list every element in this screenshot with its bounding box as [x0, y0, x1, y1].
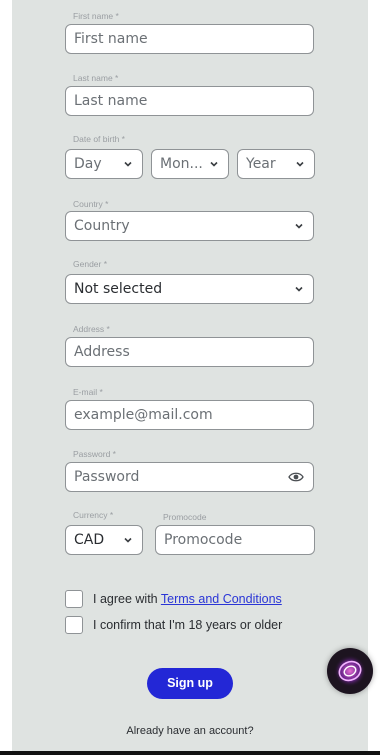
- dob-year-select[interactable]: Year: [237, 149, 315, 179]
- agree-terms-text: I agree with Terms and Conditions: [93, 592, 282, 606]
- currency-select[interactable]: CAD: [65, 525, 143, 555]
- promocode-input[interactable]: Promocode: [155, 525, 315, 555]
- dob-day-select[interactable]: Day: [65, 149, 143, 179]
- gender-value: Not selected: [74, 281, 163, 297]
- country-select[interactable]: Country: [65, 211, 314, 241]
- dob-year-value: Year: [246, 156, 276, 172]
- chevron-down-icon: [124, 161, 132, 167]
- password-placeholder: Password: [74, 469, 140, 485]
- chat-button[interactable]: [327, 648, 373, 694]
- agree-terms-prefix: I agree with: [93, 592, 161, 606]
- dob-month-select[interactable]: Mon...: [151, 149, 229, 179]
- currency-label: Currency *: [73, 510, 114, 520]
- currency-value: CAD: [74, 532, 105, 548]
- gender-label: Gender *: [73, 259, 108, 269]
- chat-logo-icon: [334, 655, 366, 687]
- chevron-down-icon: [295, 286, 303, 292]
- promocode-label: Promocode: [163, 512, 207, 522]
- email-label: E-mail *: [73, 387, 103, 397]
- chevron-down-icon: [295, 223, 303, 229]
- last-name-placeholder: Last name: [74, 93, 148, 109]
- last-name-label: Last name *: [73, 73, 119, 83]
- address-label: Address *: [73, 324, 110, 334]
- first-name-placeholder: First name: [74, 31, 148, 47]
- password-label: Password *: [73, 449, 116, 459]
- promocode-placeholder: Promocode: [164, 532, 243, 548]
- already-account-text: Already have an account?: [126, 725, 254, 737]
- password-input[interactable]: Password: [65, 462, 314, 492]
- agree-terms-checkbox[interactable]: [65, 590, 83, 608]
- age-confirm-checkbox[interactable]: [65, 616, 83, 634]
- bottom-system-bar: [0, 751, 380, 755]
- first-name-label: First name *: [73, 11, 119, 21]
- dob-label: Date of birth *: [73, 134, 125, 144]
- first-name-input[interactable]: First name: [65, 24, 314, 54]
- chevron-down-icon: [296, 161, 304, 167]
- country-value: Country: [74, 218, 130, 234]
- country-label: Country *: [73, 199, 109, 209]
- chevron-down-icon: [210, 161, 218, 167]
- eye-icon[interactable]: [288, 470, 304, 484]
- signup-button[interactable]: Sign up: [147, 668, 233, 699]
- age-confirm-text: I confirm that I'm 18 years or older: [93, 618, 283, 632]
- dob-month-value: Mon...: [160, 156, 203, 172]
- email-input[interactable]: example@mail.com: [65, 400, 314, 430]
- chevron-down-icon: [124, 537, 132, 543]
- address-placeholder: Address: [74, 344, 130, 360]
- gender-select[interactable]: Not selected: [65, 274, 314, 304]
- email-placeholder: example@mail.com: [74, 407, 213, 423]
- last-name-input[interactable]: Last name: [65, 86, 314, 116]
- terms-link[interactable]: Terms and Conditions: [161, 592, 282, 606]
- address-input[interactable]: Address: [65, 337, 314, 367]
- dob-day-value: Day: [74, 156, 102, 172]
